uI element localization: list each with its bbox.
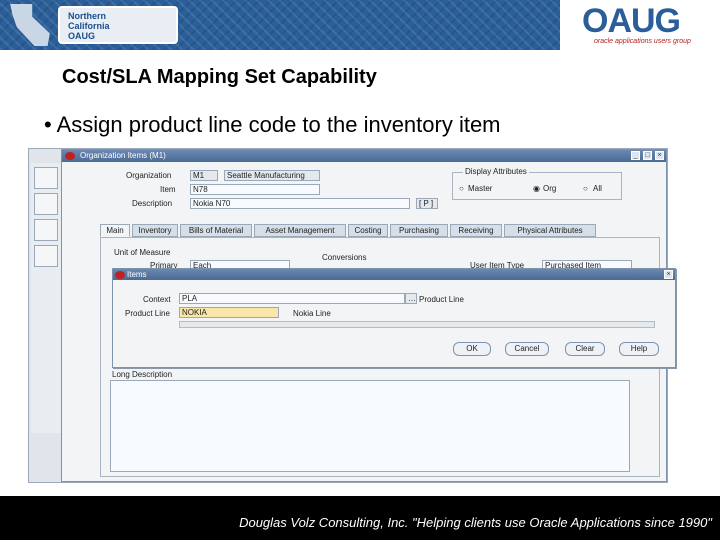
header-banner: Northern California OAUG OAUG oracle app… <box>0 0 720 50</box>
help-button[interactable]: Help <box>619 342 659 356</box>
unit-of-measure-label: Unit of Measure <box>114 248 171 257</box>
chapter-logo: Northern California OAUG <box>58 6 178 44</box>
long-description-label: Long Description <box>112 370 173 379</box>
close-icon[interactable]: × <box>664 270 673 279</box>
toolbar-button-2[interactable] <box>34 193 58 215</box>
ok-button[interactable]: OK <box>453 342 491 356</box>
dialog-titlebar: Items × <box>113 269 675 280</box>
oracle-icon <box>115 271 125 279</box>
oaug-tagline: oracle applications users group <box>594 38 691 45</box>
radio-all-icon[interactable]: ○ <box>583 184 588 193</box>
item-field[interactable]: N78 <box>190 184 320 195</box>
product-line-description: Nokia Line <box>293 309 331 318</box>
tab-purchasing[interactable]: Purchasing <box>390 224 448 237</box>
oaug-logo: OAUG oracle applications users group <box>560 0 720 50</box>
window-titlebar: Organization Items (M1) _ □ × <box>62 150 666 162</box>
product-line-label: Product Line <box>125 309 170 318</box>
product-line-header: Product Line <box>419 295 464 304</box>
tab-bills-of-material[interactable]: Bills of Material <box>180 224 252 237</box>
product-line-field[interactable]: NOKIA <box>179 307 279 318</box>
california-map-icon <box>10 4 50 46</box>
display-attributes-label: Display Attributes <box>463 167 529 176</box>
slide-title: Cost/SLA Mapping Set Capability <box>62 66 377 88</box>
horizontal-scrollbar[interactable] <box>179 321 655 328</box>
flag-field[interactable]: [ P ] <box>416 198 438 209</box>
window-title: Organization Items (M1) <box>80 151 166 160</box>
organization-code-field[interactable]: M1 <box>190 170 218 181</box>
radio-org-label: Org <box>543 184 557 193</box>
description-label: Description <box>132 199 173 208</box>
description-field[interactable]: Nokia N70 <box>190 198 410 209</box>
context-field[interactable]: PLA <box>179 293 405 304</box>
oaug-logo-text: OAUG <box>582 2 681 40</box>
tab-asset-management[interactable]: Asset Management <box>254 224 346 237</box>
oracle-icon <box>65 152 75 160</box>
radio-master-label: Master <box>468 184 493 193</box>
radio-master-icon[interactable]: ○ <box>459 184 464 193</box>
display-attributes-group: Display Attributes ○ Master ◉ Org ○ All <box>452 167 622 200</box>
clear-button[interactable]: Clear <box>565 342 605 356</box>
tab-inventory[interactable]: Inventory <box>132 224 178 237</box>
toolbar-button-3[interactable] <box>34 219 58 241</box>
cancel-button[interactable]: Cancel <box>505 342 549 356</box>
long-description-field[interactable] <box>110 380 630 472</box>
close-icon[interactable]: × <box>655 151 664 160</box>
left-toolbar <box>31 163 61 433</box>
tab-physical-attributes[interactable]: Physical Attributes <box>504 224 596 237</box>
chapter-logo-text: Northern California OAUG <box>68 11 110 41</box>
context-label: Context <box>143 295 171 304</box>
tab-costing[interactable]: Costing <box>348 224 388 237</box>
toolbar-button-1[interactable] <box>34 167 58 189</box>
organization-label: Organization <box>126 171 172 180</box>
footer-text: Douglas Volz Consulting, Inc. "Helping c… <box>239 515 712 530</box>
item-label: Item <box>160 185 176 194</box>
dialog-title: Items <box>127 270 147 279</box>
tab-main[interactable]: Main <box>100 224 130 237</box>
footer-bar: Douglas Volz Consulting, Inc. "Helping c… <box>0 496 720 540</box>
organization-name-field[interactable]: Seattle Manufacturing <box>224 170 320 181</box>
toolbar-button-4[interactable] <box>34 245 58 267</box>
maximize-icon[interactable]: □ <box>643 151 652 160</box>
items-dialog: Items × Context PLA … Product Line Produ… <box>112 268 676 368</box>
slide-bullet: • Assign product line code to the invent… <box>44 112 501 137</box>
conversions-label: Conversions <box>322 253 367 262</box>
tab-receiving[interactable]: Receiving <box>450 224 502 237</box>
radio-org-icon[interactable]: ◉ <box>533 184 540 193</box>
minimize-icon[interactable]: _ <box>631 151 640 160</box>
radio-all-label: All <box>593 184 602 193</box>
list-of-values-icon[interactable]: … <box>405 293 417 304</box>
